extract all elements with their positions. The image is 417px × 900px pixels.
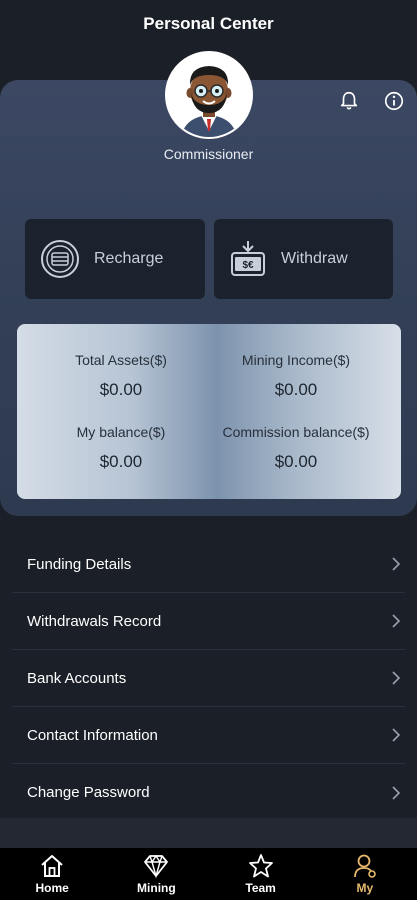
- commission-balance-label: Commission balance($): [222, 424, 370, 440]
- menu-item-funding-details[interactable]: Funding Details: [12, 536, 405, 593]
- chevron-right-icon: [392, 785, 401, 800]
- menu-item-label: Change Password: [27, 784, 150, 801]
- menu-item-bank-accounts[interactable]: Bank Accounts: [12, 650, 405, 707]
- mining-income-value: $0.00: [274, 380, 318, 399]
- menu-item-withdrawals-record[interactable]: Withdrawals Record: [12, 593, 405, 650]
- recharge-button[interactable]: Recharge: [25, 219, 205, 299]
- my-balance-label: My balance($): [76, 424, 166, 440]
- home-icon: [41, 855, 63, 877]
- total-assets-value: $0.00: [99, 380, 143, 399]
- my-balance-value: $0.00: [99, 452, 143, 471]
- commission-balance-value: $0.00: [274, 452, 318, 471]
- tab-home[interactable]: Home: [0, 848, 104, 900]
- user-icon: [353, 854, 376, 878]
- menu-item-label: Withdrawals Record: [27, 612, 162, 630]
- withdraw-label: Withdraw: [281, 250, 348, 267]
- svg-text:$€: $€: [242, 260, 254, 271]
- chevron-right-icon: [392, 671, 401, 685]
- coin-icon: [41, 240, 79, 278]
- menu-list: Funding Details Withdrawals Record Bank …: [12, 536, 405, 821]
- star-icon: [248, 854, 273, 878]
- chevron-right-icon: [392, 614, 401, 628]
- recharge-label: Recharge: [94, 250, 164, 267]
- menu-item-label: Contact Information: [27, 726, 158, 744]
- tab-home-label: Home: [35, 881, 69, 895]
- bottom-tab-bar: Home Mining Team My: [0, 848, 417, 900]
- assets-panel: Total Assets($) $0.00 Mining Income($) $…: [17, 324, 401, 499]
- avatar[interactable]: [165, 51, 253, 139]
- tab-my-label: My: [356, 881, 374, 895]
- username: Commissioner: [163, 146, 254, 162]
- wallet-icon: $€: [231, 241, 265, 276]
- menu-item-label: Funding Details: [27, 555, 132, 573]
- chevron-right-icon: [392, 557, 401, 571]
- page-title: Personal Center: [143, 14, 274, 33]
- avatar-illustration: [167, 53, 251, 137]
- footer-strip: [0, 818, 417, 848]
- menu-item-change-password[interactable]: Change Password: [12, 764, 405, 821]
- bell-icon[interactable]: [338, 90, 360, 112]
- chevron-right-icon: [392, 728, 401, 742]
- info-icon[interactable]: [383, 90, 405, 112]
- menu-item-contact-information[interactable]: Contact Information: [12, 707, 405, 764]
- total-assets-label: Total Assets($): [75, 352, 167, 368]
- diamond-icon: [144, 854, 169, 879]
- menu-item-label: Bank Accounts: [27, 669, 127, 687]
- tab-mining[interactable]: Mining: [104, 848, 208, 900]
- tab-team[interactable]: Team: [209, 848, 313, 900]
- tab-team-label: Team: [245, 881, 276, 895]
- tab-mining-label: Mining: [137, 881, 176, 895]
- tab-my[interactable]: My: [313, 848, 417, 900]
- withdraw-button[interactable]: $€ Withdraw: [214, 219, 393, 299]
- mining-income-label: Mining Income($): [241, 352, 351, 368]
